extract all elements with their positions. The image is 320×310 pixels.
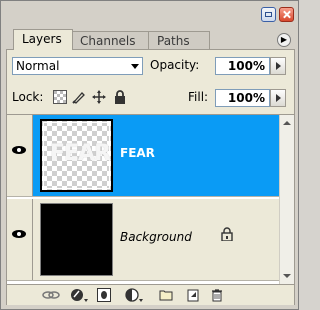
- fill-input[interactable]: 100%: [215, 89, 270, 107]
- layer-name[interactable]: Background: [120, 230, 192, 244]
- visibility-toggle[interactable]: [7, 199, 33, 280]
- trash-icon[interactable]: [211, 288, 223, 302]
- layer-thumbnail: FEAR: [40, 119, 113, 192]
- layers-scrollbar[interactable]: [279, 115, 294, 284]
- tab-layers[interactable]: Layers: [13, 29, 73, 50]
- opacity-label: Opacity:: [150, 58, 200, 72]
- eye-icon: [12, 230, 26, 238]
- minimize-icon[interactable]: [261, 7, 276, 22]
- lock-paint-icon[interactable]: [72, 90, 86, 104]
- lock-all-icon[interactable]: [113, 90, 127, 104]
- link-icon[interactable]: [42, 288, 60, 302]
- visibility-toggle[interactable]: [7, 115, 33, 196]
- fill-label: Fill:: [188, 90, 209, 104]
- layers-list: FEAR FEAR Background: [7, 115, 279, 284]
- layer-thumbnail: [40, 203, 113, 276]
- scroll-up-icon[interactable]: [283, 121, 291, 125]
- blend-mode-value: Normal: [16, 59, 60, 73]
- adjustment-layer-icon[interactable]: [125, 288, 143, 302]
- blend-mode-select[interactable]: Normal: [12, 57, 143, 75]
- layer-row-fear[interactable]: FEAR FEAR: [7, 115, 279, 197]
- lock-transparency-icon[interactable]: [53, 90, 67, 104]
- lock-move-icon[interactable]: [92, 90, 106, 104]
- thumbnail-text: FEAR: [50, 141, 111, 166]
- lock-label: Lock:: [12, 90, 44, 104]
- close-icon[interactable]: [279, 7, 294, 22]
- palette-tabs: Layers Channels Paths: [1, 27, 300, 50]
- fill-slider-button[interactable]: [270, 89, 286, 107]
- tab-channels[interactable]: Channels: [71, 31, 151, 49]
- scroll-down-icon[interactable]: [283, 274, 291, 278]
- layer-mask-icon[interactable]: [97, 288, 111, 302]
- panel-menu-icon[interactable]: ▶: [277, 33, 291, 47]
- lock-icon: [221, 227, 233, 242]
- chevron-down-icon: [131, 64, 139, 69]
- tab-paths[interactable]: Paths: [148, 31, 210, 49]
- layer-row-background[interactable]: Background: [7, 199, 279, 281]
- layers-palette: Layers Channels Paths ▶ Normal Opacity: …: [0, 0, 299, 310]
- new-group-icon[interactable]: [159, 288, 173, 302]
- layer-style-icon[interactable]: [70, 288, 88, 302]
- eye-icon: [12, 146, 26, 154]
- opacity-input[interactable]: 100%: [215, 57, 270, 75]
- new-layer-icon[interactable]: [187, 288, 199, 302]
- opacity-slider-button[interactable]: [270, 57, 286, 75]
- layer-name[interactable]: FEAR: [120, 146, 155, 160]
- layers-toolbar: [7, 284, 294, 305]
- layers-panel-body: Normal Opacity: 100% Lock: Fill: 100% FE…: [6, 49, 295, 305]
